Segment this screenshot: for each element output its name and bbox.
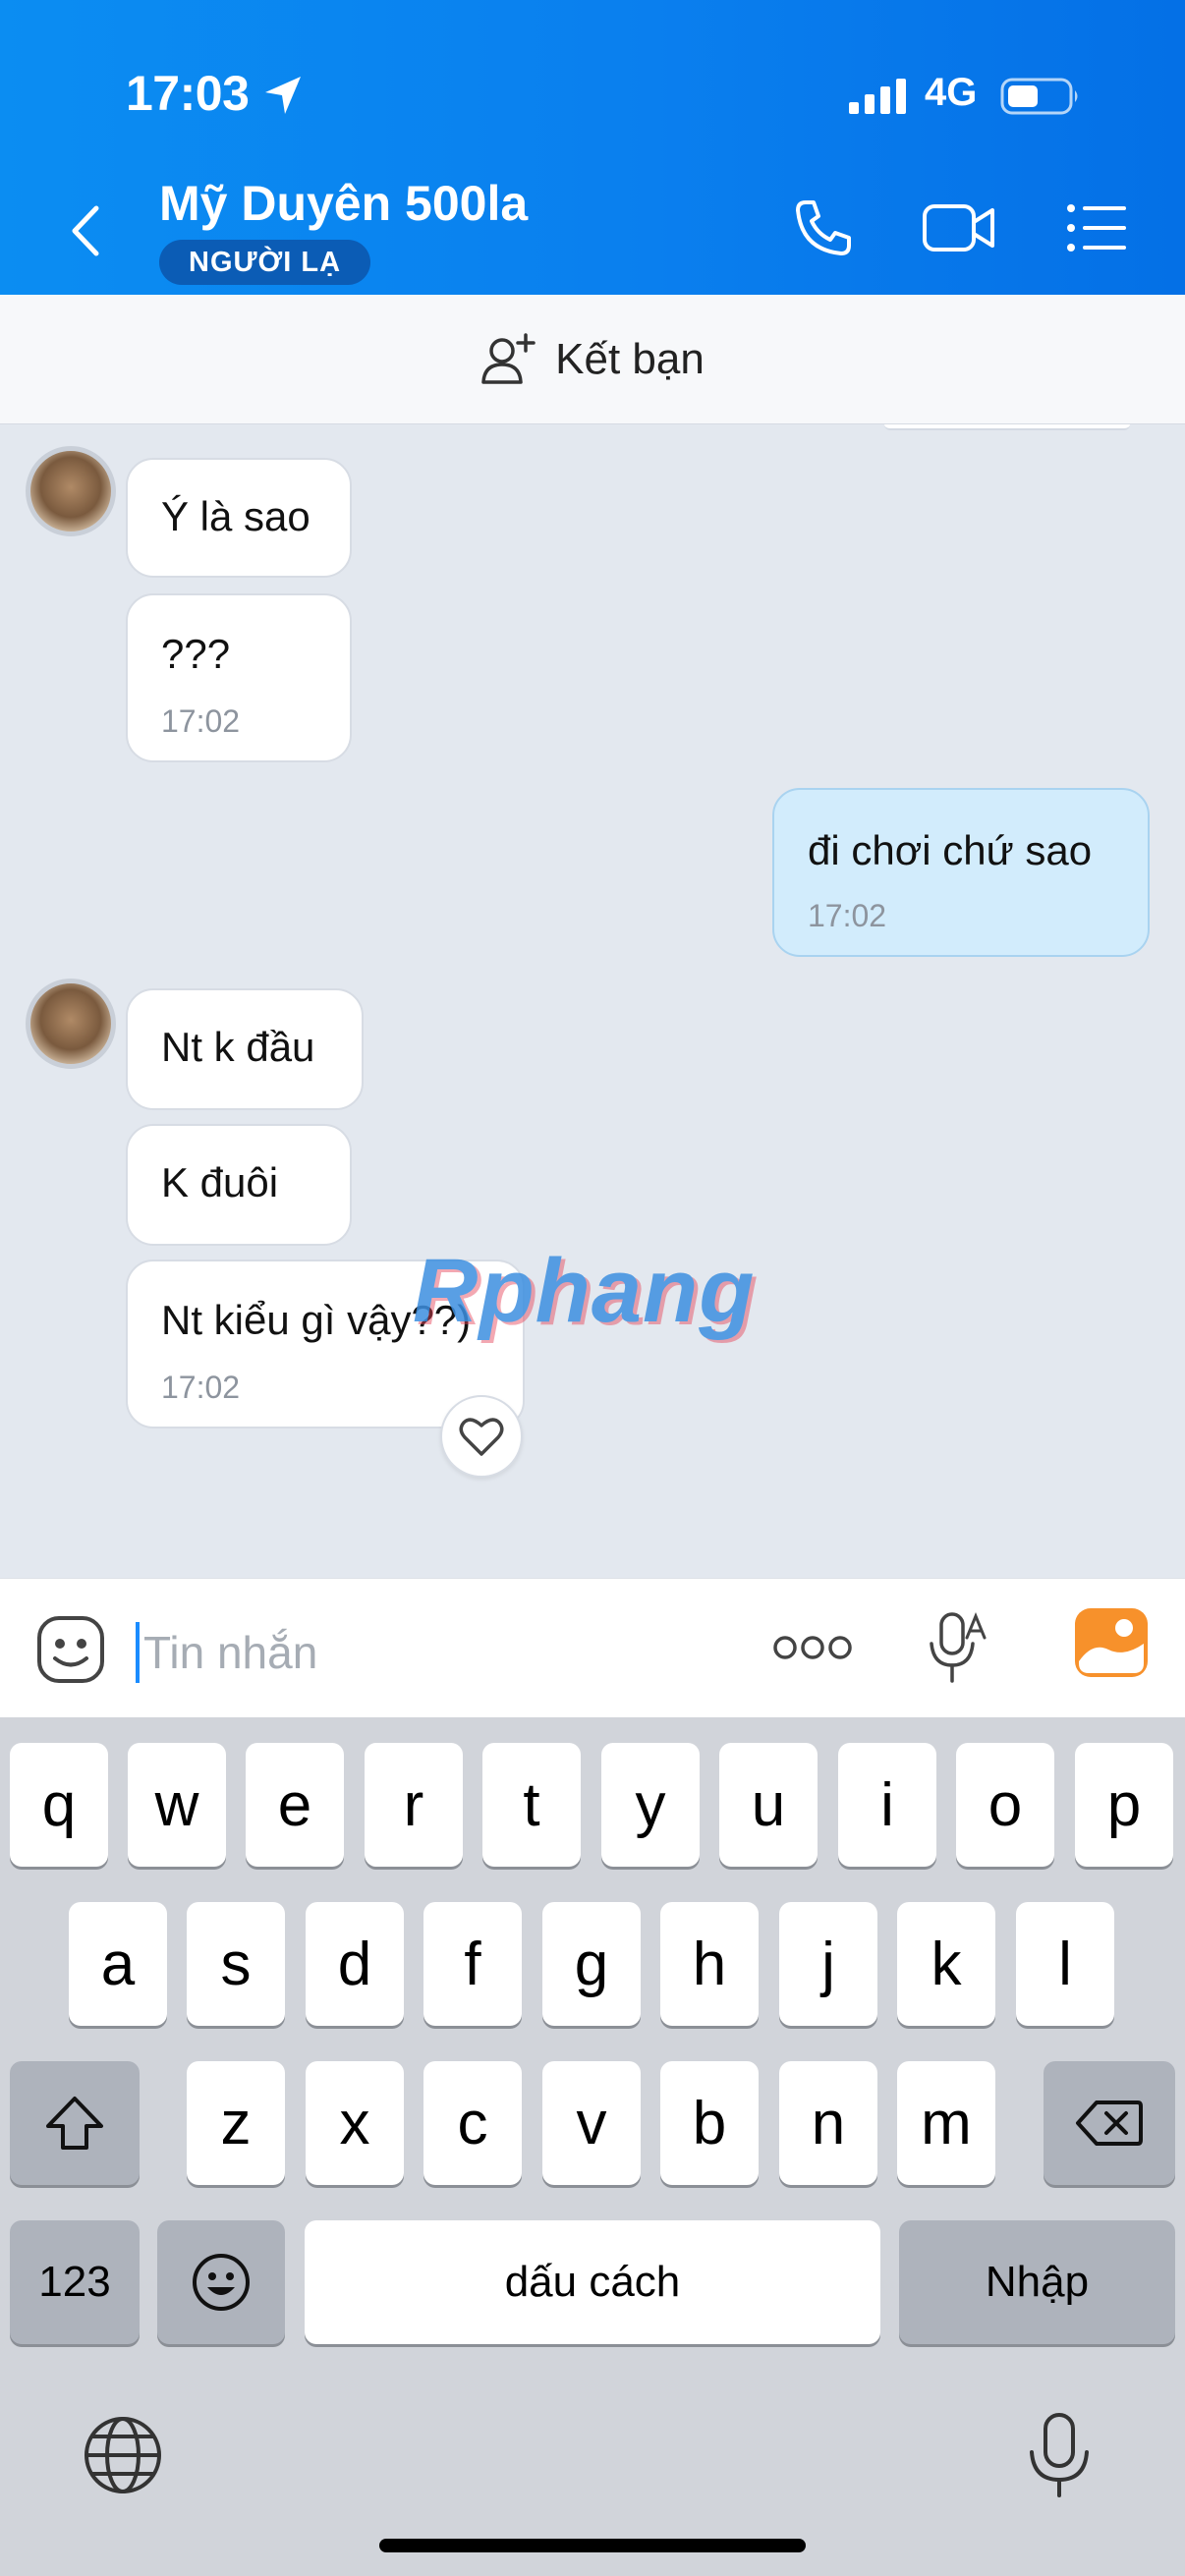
key-g[interactable]: g [542,1902,641,2026]
heart-icon [459,1418,504,1456]
add-friend-button[interactable]: Kết bạn [0,295,1185,424]
message-text: ??? [161,631,231,677]
menu-list-icon[interactable] [1065,196,1128,259]
voice-to-text-icon[interactable] [926,1608,988,1689]
add-person-icon [481,332,536,384]
key-z[interactable]: z [187,2061,285,2185]
message-text: Ý là sao [161,493,310,539]
network-type: 4G [925,71,978,114]
contact-avatar[interactable] [26,979,116,1069]
add-friend-label: Kết bạn [555,334,705,383]
more-options-icon[interactable] [772,1634,853,1661]
key-j[interactable]: j [779,1902,877,2026]
phone-call-icon[interactable] [792,196,855,259]
message-time: 17:02 [808,898,887,933]
incoming-message[interactable]: Nt k đầu [126,988,364,1110]
text-cursor [136,1622,140,1683]
message-input[interactable]: Tin nhắn [143,1626,317,1679]
key-w[interactable]: w [128,1743,226,1867]
message-text: Nt k đầu [161,1024,315,1070]
key-l[interactable]: l [1016,1902,1114,2026]
key-v[interactable]: v [542,2061,641,2185]
key-d[interactable]: d [306,1902,404,2026]
key-k[interactable]: k [897,1902,995,2026]
battery-icon [1000,78,1078,115]
key-p[interactable]: p [1075,1743,1173,1867]
sticker-emoji-icon[interactable] [35,1614,106,1685]
return-key[interactable]: Nhập [899,2220,1175,2344]
message-text: K đuôi [161,1159,279,1205]
globe-language-icon[interactable] [83,2415,163,2495]
key-i[interactable]: i [838,1743,936,1867]
key-m[interactable]: m [897,2061,995,2185]
video-call-icon[interactable] [922,196,996,259]
key-y[interactable]: y [601,1743,700,1867]
stranger-badge: NGƯỜI LẠ [159,240,371,285]
key-n[interactable]: n [779,2061,877,2185]
message-time: 17:02 [161,1370,241,1405]
shift-key[interactable] [10,2061,140,2185]
message-text: đi chơi chứ sao [808,827,1093,873]
photo-gallery-icon[interactable] [1073,1606,1150,1679]
message-composer: Tin nhắn [0,1578,1185,1717]
key-c[interactable]: c [423,2061,522,2185]
like-reaction-button[interactable] [440,1395,523,1478]
incoming-message[interactable]: ??? 17:02 [126,593,352,762]
backspace-icon [1076,2100,1143,2146]
system-keyboard: q w e r t y u i o p a s d f g h j k l z … [0,1717,1185,2576]
key-b[interactable]: b [660,2061,759,2185]
key-u[interactable]: u [719,1743,818,1867]
home-indicator [379,2539,806,2552]
key-f[interactable]: f [423,1902,522,2026]
key-o[interactable]: o [956,1743,1054,1867]
key-e[interactable]: e [246,1743,344,1867]
location-arrow-icon [265,77,301,114]
outgoing-message[interactable]: đi chơi chứ sao 17:02 [772,788,1150,957]
key-a[interactable]: a [69,1902,167,2026]
incoming-message[interactable]: K đuôi [126,1124,352,1246]
backspace-key[interactable] [1044,2061,1175,2185]
cellular-signal-icon [849,79,906,114]
key-x[interactable]: x [306,2061,404,2185]
key-q[interactable]: q [10,1743,108,1867]
key-h[interactable]: h [660,1902,759,2026]
watermark-logo: Rphang [413,1241,756,1341]
numbers-key[interactable]: 123 [10,2220,140,2344]
message-time: 17:02 [161,703,241,739]
space-key[interactable]: dấu cách [305,2220,880,2344]
contact-avatar[interactable] [26,446,116,536]
key-r[interactable]: r [365,1743,463,1867]
chat-header: 17:03 4G Mỹ Duyên 500la NGƯỜI LẠ [0,0,1185,295]
key-t[interactable]: t [482,1743,581,1867]
shift-arrow-icon [46,2097,103,2150]
status-time: 17:03 [126,66,250,121]
emoji-face-icon [193,2254,250,2311]
emoji-key[interactable] [157,2220,285,2344]
previous-message-edge [884,424,1130,430]
key-s[interactable]: s [187,1902,285,2026]
dictation-mic-icon[interactable] [1026,2411,1093,2499]
incoming-message[interactable]: Ý là sao [126,458,352,578]
back-button[interactable] [61,196,110,265]
contact-name[interactable]: Mỹ Duyên 500la [159,175,528,232]
